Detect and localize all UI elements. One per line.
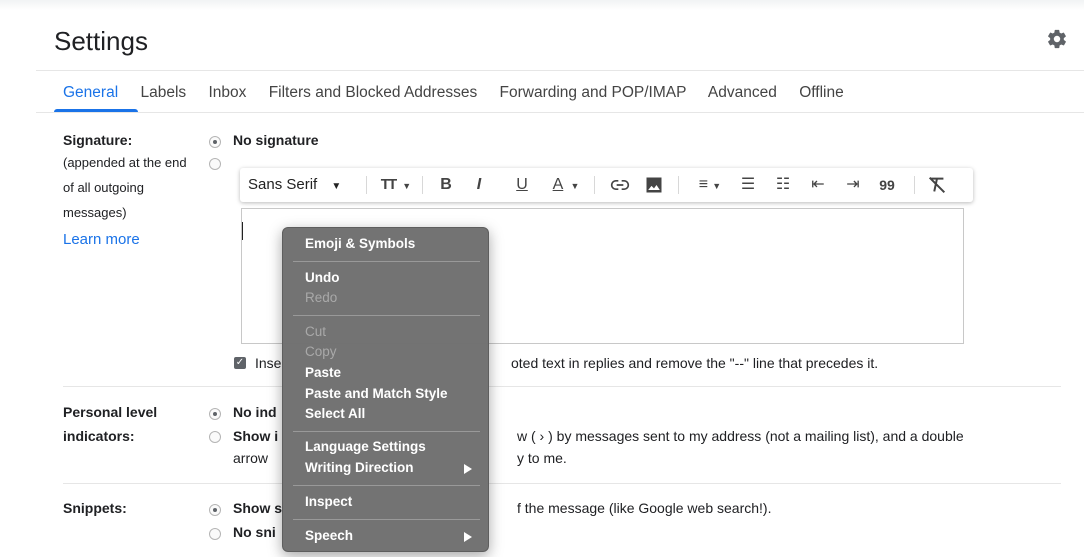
menu-item-select-all[interactable]: Select All [305, 406, 365, 421]
menu-separator [293, 519, 480, 520]
signature-desc-2: of all outgoing [63, 180, 144, 195]
submenu-arrow-icon [464, 464, 472, 474]
personal-indicators-label-2: indicators: [63, 428, 135, 444]
menu-item-emoji[interactable]: Emoji & Symbols [305, 236, 415, 251]
text-color-icon: A [552, 176, 564, 193]
gear-icon[interactable] [1046, 28, 1068, 50]
toolbar-separator [914, 176, 915, 194]
tab-general[interactable]: General [63, 84, 118, 101]
menu-item-redo: Redo [305, 290, 338, 305]
no-indicators-radio[interactable] [209, 408, 221, 420]
section-divider [63, 483, 1061, 484]
chevron-down-icon: ▼ [331, 181, 342, 192]
indent-less-icon[interactable]: ⇤ [806, 168, 830, 202]
font-family-value: Sans Serif [248, 176, 318, 193]
show-indicators-desc-2a: arrow [233, 450, 269, 466]
tab-labels[interactable]: Labels [140, 84, 186, 101]
formatting-toolbar: Sans Serif ▼ TT ▼ B I U A ▼ ≡ ▼ ☰ ☷ ⇤ ⇥ … [240, 168, 973, 202]
tab-inbox[interactable]: Inbox [208, 84, 246, 101]
menu-item-paste[interactable]: Paste [305, 365, 341, 380]
menu-item-copy: Copy [305, 344, 337, 359]
link-icon[interactable] [610, 175, 630, 195]
menu-separator [293, 315, 480, 316]
menu-item-paste-match-style[interactable]: Paste and Match Style [305, 386, 448, 401]
font-family-dropdown[interactable]: Sans Serif ▼ [248, 168, 366, 202]
signature-desc-1: (appended at the end [63, 155, 187, 170]
menu-item-language-settings[interactable]: Language Settings [305, 439, 426, 454]
align-dropdown[interactable]: ≡ ▼ [690, 168, 730, 202]
tab-offline[interactable]: Offline [799, 84, 844, 101]
show-indicators-label: Show i [233, 428, 279, 444]
custom-signature-radio[interactable] [209, 158, 221, 170]
signature-desc-3: messages) [63, 205, 127, 220]
indent-more-icon[interactable]: ⇥ [841, 168, 865, 202]
menu-separator [293, 431, 480, 432]
text-color-button[interactable]: A ▼ [546, 168, 586, 202]
quote-button[interactable]: 99 [874, 168, 900, 202]
show-snippets-label: Show s [233, 500, 283, 516]
no-snippets-radio[interactable] [209, 528, 221, 540]
underline-button[interactable]: U [510, 168, 534, 202]
remove-formatting-icon[interactable] [926, 174, 948, 196]
align-left-icon: ≡ [698, 176, 709, 193]
no-snippets-label: No sni [233, 524, 276, 540]
checkbox-label-end: oted text in replies and remove the "--"… [511, 355, 879, 371]
menu-separator [293, 485, 480, 486]
show-indicators-desc: w ( › ) by messages sent to my address (… [517, 428, 964, 444]
chevron-down-icon: ▼ [402, 181, 412, 191]
menu-item-inspect[interactable]: Inspect [305, 494, 352, 509]
font-size-dropdown[interactable]: TT ▼ [374, 168, 418, 202]
personal-indicators-label-1: Personal level [63, 404, 158, 420]
show-snippets-radio[interactable] [209, 504, 221, 516]
image-icon[interactable] [644, 175, 664, 195]
no-indicators-label: No ind [233, 404, 277, 420]
menu-separator [293, 261, 480, 262]
learn-more-link[interactable]: Learn more [63, 231, 140, 248]
menu-item-cut: Cut [305, 324, 327, 339]
no-signature-radio[interactable] [209, 136, 221, 148]
toolbar-separator [678, 176, 679, 194]
top-shadow [0, 0, 1084, 10]
tab-bar: General Labels Inbox Filters and Blocked… [63, 84, 862, 102]
tab-forwarding[interactable]: Forwarding and POP/IMAP [500, 84, 687, 101]
tab-filters[interactable]: Filters and Blocked Addresses [269, 84, 478, 101]
checkbox-label-start: Inse [255, 355, 282, 371]
menu-item-speech[interactable]: Speech [305, 528, 353, 543]
context-menu: Emoji & Symbols Undo Redo Cut Copy Paste… [282, 227, 489, 552]
chevron-down-icon: ▼ [570, 181, 580, 191]
italic-button[interactable]: I [467, 168, 491, 202]
signature-placement-checkbox[interactable]: ✓ [234, 357, 246, 369]
bulleted-list-icon[interactable]: ☷ [771, 168, 795, 202]
title-divider [36, 70, 1084, 71]
menu-item-writing-direction[interactable]: Writing Direction [305, 460, 414, 475]
toolbar-separator [366, 176, 367, 194]
tabs-divider [36, 112, 1084, 113]
no-signature-label: No signature [233, 132, 319, 148]
numbered-list-icon[interactable]: ☰ [736, 168, 760, 202]
submenu-arrow-icon [464, 532, 472, 542]
menu-item-undo[interactable]: Undo [305, 270, 340, 285]
bold-button[interactable]: B [434, 168, 458, 202]
page-title: Settings [54, 26, 148, 56]
text-caret [242, 222, 243, 240]
snippets-label: Snippets: [63, 500, 127, 516]
show-snippets-desc: f the message (like Google web search!). [517, 500, 772, 516]
font-size-icon: TT [380, 176, 397, 193]
toolbar-separator [594, 176, 595, 194]
chevron-down-icon: ▼ [712, 181, 722, 191]
signature-label: Signature: [63, 132, 133, 148]
show-indicators-desc-2b: y to me. [517, 450, 567, 466]
section-divider [63, 386, 1061, 387]
show-indicators-radio[interactable] [209, 431, 221, 443]
toolbar-separator [422, 176, 423, 194]
tab-advanced[interactable]: Advanced [708, 84, 777, 101]
